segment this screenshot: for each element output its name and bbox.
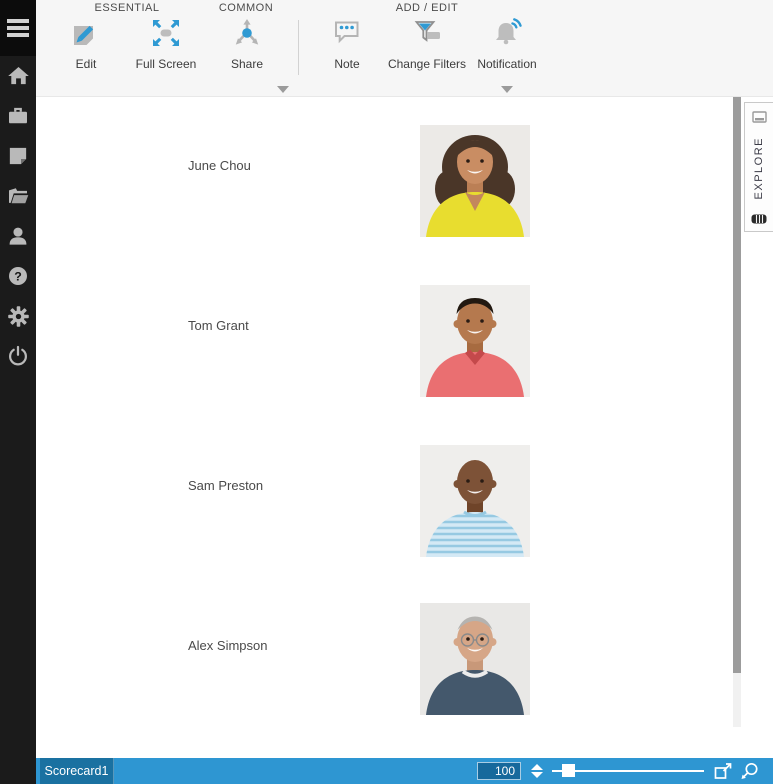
person-name: Alex Simpson: [188, 638, 267, 653]
share-button[interactable]: Share: [205, 16, 289, 71]
metric-set-icon: [751, 214, 767, 224]
person-photo-june-chou: [420, 125, 530, 237]
help-icon: ?: [6, 264, 30, 288]
change-filters-label: Change Filters: [385, 57, 469, 71]
person-photo-alex-simpson: [420, 603, 530, 715]
notification-dropdown-arrow[interactable]: [501, 86, 513, 93]
scorecard-tab-label: Scorecard1: [45, 764, 109, 778]
change-filters-button[interactable]: Change Filters: [385, 16, 469, 71]
app-window: ?: [0, 0, 773, 784]
explore-panel-strip: EXPLORE: [741, 97, 773, 758]
notification-button[interactable]: Notification: [465, 16, 549, 71]
share-icon: [230, 16, 264, 50]
filter-funnel-icon: [410, 16, 444, 50]
edit-button[interactable]: Edit: [44, 16, 128, 71]
person-photo-sam-preston: [420, 445, 530, 557]
hamburger-icon: [7, 19, 29, 37]
power-icon: [6, 344, 30, 368]
sidebar-item-home[interactable]: [0, 60, 36, 92]
user-icon: [6, 224, 30, 248]
share-dropdown-arrow[interactable]: [277, 86, 289, 93]
sidebar-item-help[interactable]: ?: [0, 260, 36, 292]
sidebar-item-logoff[interactable]: [0, 340, 36, 372]
note-bubble-icon: [330, 16, 364, 50]
fullscreen-icon: [149, 16, 183, 50]
status-bar: Scorecard1: [36, 758, 773, 784]
sidebar-item-profile[interactable]: [0, 220, 36, 252]
hamburger-menu-button[interactable]: [0, 0, 36, 56]
gear-icon: [6, 304, 31, 329]
svg-text:?: ?: [14, 269, 22, 283]
stepper-down-icon[interactable]: [531, 772, 543, 778]
open-folder-icon: [6, 184, 30, 208]
scorecard-canvas: June Chou Tom Grant Sam Preston Alex Sim…: [36, 97, 733, 758]
zoom-percent-input[interactable]: [477, 762, 521, 780]
home-icon: [6, 64, 31, 88]
toolbar-divider: [298, 20, 299, 75]
notification-label: Notification: [465, 57, 549, 71]
group-label-essential: ESSENTIAL: [94, 2, 159, 14]
window-icon: [752, 111, 767, 123]
scrollbar-thumb[interactable]: [733, 97, 741, 673]
vertical-scrollbar[interactable]: [733, 97, 741, 727]
edit-label: Edit: [44, 57, 128, 71]
stepper-up-icon[interactable]: [531, 764, 543, 770]
zoom-slider-thumb[interactable]: [562, 764, 575, 777]
person-photo-tom-grant: [420, 285, 530, 397]
sidebar-item-explore-folder[interactable]: [0, 180, 36, 212]
zoom-fit-icon[interactable]: [739, 761, 760, 781]
explore-tab[interactable]: EXPLORE: [744, 102, 773, 232]
full-screen-button[interactable]: Full Screen: [124, 16, 208, 71]
note-label: Note: [305, 57, 389, 71]
edit-pencil-icon: [69, 16, 103, 50]
person-name: Sam Preston: [188, 478, 263, 493]
sidebar-item-projects[interactable]: [0, 100, 36, 132]
group-label-common: COMMON: [219, 2, 273, 14]
sidebar-item-settings[interactable]: [0, 300, 36, 332]
zoom-stepper[interactable]: [529, 762, 545, 780]
full-screen-label: Full Screen: [124, 57, 208, 71]
scorecard-tab[interactable]: Scorecard1: [40, 758, 114, 784]
sidebar-item-notes[interactable]: [0, 140, 36, 172]
note-button[interactable]: Note: [305, 16, 389, 71]
note-page-icon: [6, 144, 30, 168]
person-name: Tom Grant: [188, 318, 249, 333]
group-label-add-edit: ADD / EDIT: [396, 2, 458, 14]
person-name: June Chou: [188, 158, 251, 173]
sidebar: ?: [0, 0, 36, 784]
ribbon-toolbar: ESSENTIAL COMMON ADD / EDIT Edit: [36, 0, 773, 97]
notification-bell-icon: [490, 16, 524, 50]
explore-tab-label: EXPLORE: [753, 137, 765, 199]
zoom-slider-track[interactable]: [558, 770, 704, 772]
share-label: Share: [205, 57, 289, 71]
briefcase-icon: [6, 104, 30, 128]
actual-size-icon[interactable]: [713, 761, 734, 781]
